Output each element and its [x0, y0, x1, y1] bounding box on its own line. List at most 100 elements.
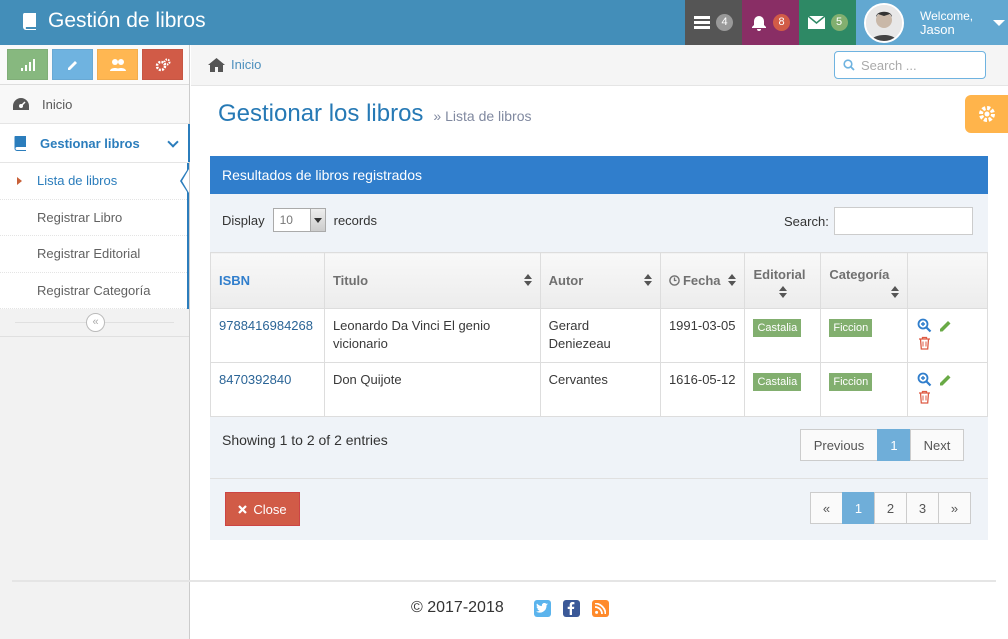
page-button-current[interactable]: 1 — [877, 429, 911, 461]
close-icon — [238, 504, 248, 514]
display-length-control: Display 10 records — [222, 208, 377, 232]
sidebar-item-gestionar-libros[interactable]: Gestionar libros — [0, 124, 190, 163]
column-header-editorial[interactable]: Editorial — [744, 252, 822, 309]
categoria-label: Ficcion — [829, 373, 873, 391]
sort-icon — [523, 274, 532, 287]
display-length-select[interactable]: 10 — [272, 208, 326, 232]
books-table: ISBN Titulo Autor Fecha Editorial Catego… — [210, 252, 988, 417]
sidebar-subitem-label: Registrar Editorial — [37, 246, 141, 262]
sidebar-subitem-label: Registrar Libro — [37, 209, 123, 225]
cogs-icon — [155, 58, 170, 71]
sidebar-subitem-registrar-libro[interactable]: Registrar Libro — [0, 200, 187, 236]
page-button-3[interactable]: 3 — [906, 492, 939, 524]
gear-icon — [978, 106, 995, 122]
page-button-2[interactable]: 2 — [874, 492, 907, 524]
active-indicator-inner — [182, 169, 189, 193]
navbar: Gestión de libros 4 8 5 Welcome, Jason — [0, 0, 1008, 45]
cell-titulo: Don Quijote — [323, 362, 541, 417]
breadcrumb-home-link[interactable]: Inicio — [231, 57, 261, 72]
envelope-icon — [807, 16, 825, 29]
page-header: Gestionar los libros » Lista de libros — [218, 100, 532, 128]
search-input[interactable]: Search ... — [861, 58, 917, 73]
first-page-button[interactable]: « — [810, 492, 843, 524]
zoom-in-icon[interactable] — [916, 317, 932, 333]
column-header-fecha[interactable]: Fecha — [659, 252, 746, 309]
pencil-icon[interactable] — [937, 317, 953, 333]
cell-autor: Cervantes — [539, 362, 661, 417]
messages-dropdown[interactable]: 5 — [799, 0, 856, 45]
signal-icon — [20, 58, 35, 71]
double-chevron-left-icon[interactable]: « — [86, 313, 105, 332]
user-name: Jason — [920, 21, 955, 37]
records-label: records — [333, 212, 377, 228]
sidebar-subitem-label: Registrar Categoría — [37, 282, 151, 298]
facebook-icon[interactable] — [562, 599, 580, 617]
table-search: Search: — [784, 207, 973, 235]
caret-right-icon — [17, 177, 22, 185]
twitter-icon[interactable] — [533, 599, 551, 617]
caret-down-icon — [993, 19, 1006, 26]
close-button[interactable]: Close — [225, 492, 300, 526]
ace-settings-button[interactable] — [965, 95, 1008, 133]
rss-icon[interactable] — [591, 599, 609, 617]
previous-button[interactable]: Previous — [800, 429, 878, 461]
tasks-dropdown[interactable]: 4 — [685, 0, 742, 45]
notifications-dropdown[interactable]: 8 — [742, 0, 799, 45]
search-icon — [843, 59, 855, 71]
page-subtitle: » Lista de libros — [433, 108, 532, 124]
column-header-autor[interactable]: Autor — [539, 252, 661, 309]
settings-shortcut-button[interactable] — [142, 49, 183, 80]
column-label: Autor — [548, 273, 584, 288]
display-label: Display — [222, 212, 265, 228]
toolbox-pagination: « 1 2 3 » — [810, 492, 971, 524]
edit-shortcut-button[interactable] — [52, 49, 93, 80]
table-pagination: Previous 1 Next — [800, 429, 964, 461]
widget-header: Resultados de libros registrados — [210, 156, 988, 194]
home-icon — [208, 57, 225, 72]
brand[interactable]: Gestión de libros — [20, 9, 206, 33]
zoom-in-icon[interactable] — [916, 371, 932, 387]
sort-icon — [728, 274, 737, 287]
breadcrumbs-bar: Inicio Search ... — [191, 45, 1008, 86]
sort-icon — [891, 285, 900, 299]
editorial-label: Castalia — [753, 373, 802, 391]
isbn-link[interactable]: 9788416984268 — [219, 318, 313, 333]
last-page-button[interactable]: » — [938, 492, 971, 524]
page-button-1[interactable]: 1 — [842, 492, 875, 524]
tachometer-icon — [13, 98, 29, 110]
users-shortcut-button[interactable] — [97, 49, 138, 80]
trash-icon[interactable] — [916, 389, 932, 405]
column-header-actions — [907, 252, 988, 309]
isbn-link[interactable]: 8470392840 — [219, 372, 291, 387]
table-search-input[interactable] — [833, 207, 973, 235]
sidebar: Inicio Gestionar libros Lista de libros … — [0, 45, 190, 639]
sidebar-submenu: Lista de libros Registrar Libro Registra… — [0, 163, 189, 309]
user-menu[interactable]: Welcome, Jason — [856, 0, 1008, 45]
widget-body: Display 10 records Search: ISBN Titulo A… — [210, 194, 988, 540]
table-row: 9788416984268 Leonardo Da Vinci El genio… — [210, 308, 988, 363]
clock-icon — [669, 275, 680, 286]
sidebar-item-inicio[interactable]: Inicio — [0, 85, 189, 124]
display-length-value: 10 — [279, 213, 293, 227]
widget-toolbox: Close « 1 2 3 » — [210, 478, 988, 540]
next-button[interactable]: Next — [910, 429, 964, 461]
nav-search[interactable]: Search ... — [834, 51, 986, 79]
book-icon — [14, 136, 26, 151]
sidebar-subitem-lista-libros[interactable]: Lista de libros — [0, 163, 189, 200]
column-label: Categoría — [829, 266, 890, 282]
column-label: Editorial — [753, 266, 806, 282]
pencil-icon — [67, 60, 77, 70]
sidebar-subitem-registrar-categoria[interactable]: Registrar Categoría — [0, 273, 187, 309]
chevron-down-icon — [167, 136, 179, 148]
trash-icon[interactable] — [916, 335, 932, 351]
stats-shortcut-button[interactable] — [7, 49, 48, 80]
sidebar-subitem-registrar-editorial[interactable]: Registrar Editorial — [0, 236, 187, 273]
column-header-titulo[interactable]: Titulo — [323, 252, 541, 309]
column-header-isbn[interactable]: ISBN — [210, 252, 325, 309]
column-header-categoria[interactable]: Categoría — [820, 252, 909, 309]
cell-autor: Gerard Deniezeau — [539, 308, 661, 363]
avatar — [864, 2, 904, 43]
notifications-badge: 8 — [773, 14, 790, 31]
sidebar-item-label: Gestionar libros — [40, 135, 140, 151]
pencil-icon[interactable] — [937, 371, 953, 387]
